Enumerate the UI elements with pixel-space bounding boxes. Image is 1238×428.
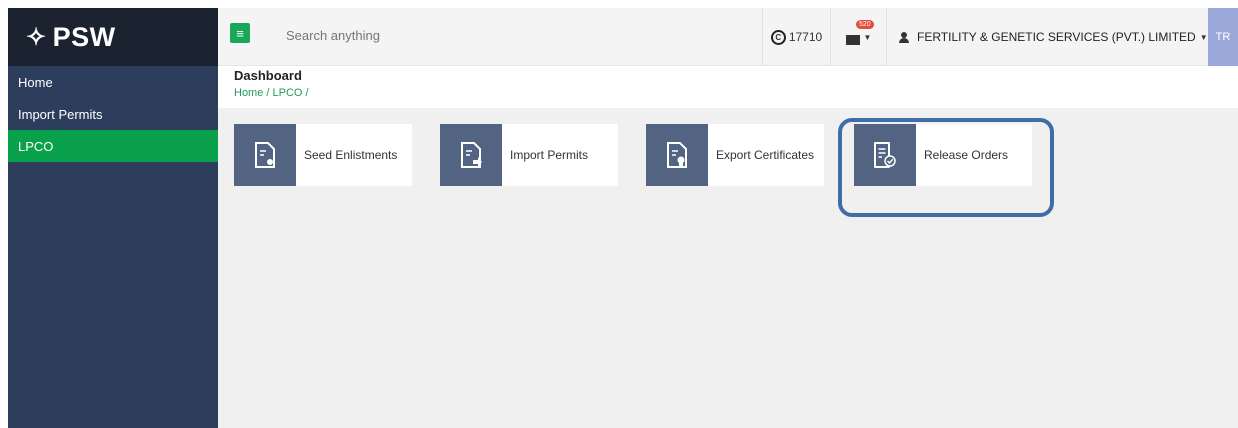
menu-toggle-button[interactable]: ≡: [230, 23, 250, 43]
user-name: FERTILITY & GENETIC SERVICES (PVT.) LIMI…: [917, 30, 1196, 44]
coin-icon: C: [770, 29, 786, 45]
import-permits-card[interactable]: Import Permits: [440, 124, 618, 186]
coins-value: 17710: [788, 30, 823, 44]
user-menu[interactable]: FERTILITY & GENETIC SERVICES (PVT.) LIMI…: [886, 8, 1208, 66]
avatar[interactable]: TR: [1208, 8, 1238, 66]
sidebar-item-home[interactable]: Home: [8, 66, 218, 98]
document-certificate-icon: [646, 124, 708, 186]
sidebar: ✧ PSW Home Import Permits LPCO: [8, 8, 218, 428]
logo-text: PSW: [52, 21, 116, 52]
release-orders-highlight: [838, 118, 1054, 217]
envelope-icon: [845, 35, 860, 45]
card-label: Export Certificates: [716, 148, 815, 162]
card-label: Import Permits: [510, 148, 589, 162]
chevron-down-icon: ▼: [863, 32, 872, 42]
psw-logo[interactable]: ✧ PSW: [8, 8, 218, 66]
topbar: ≡ C 17710 520 ▼ FERTILITY & GENETIC SERV…: [218, 8, 1238, 66]
card-label: Seed Enlistments: [304, 148, 398, 162]
mail-count-badge: 520: [856, 20, 874, 29]
seed-enlistments-card[interactable]: Seed Enlistments: [234, 124, 412, 186]
export-certificates-card[interactable]: Export Certificates: [646, 124, 824, 186]
user-icon: [899, 31, 909, 43]
document-seed-icon: [234, 124, 296, 186]
psw-logo-mark-icon: ✧: [26, 23, 47, 51]
sidebar-item-lpco[interactable]: LPCO: [8, 130, 218, 162]
app: ✧ PSW Home Import Permits LPCO ≡ C 17710…: [8, 8, 1238, 428]
coins-balance[interactable]: C 17710: [762, 8, 830, 66]
messages-dropdown[interactable]: 520 ▼: [830, 8, 886, 66]
sidebar-item-import-permits[interactable]: Import Permits: [8, 98, 218, 130]
page-title: Dashboard: [234, 68, 302, 83]
document-import-icon: [440, 124, 502, 186]
hamburger-icon: ≡: [236, 25, 244, 41]
dashboard-content: Seed Enlistments Import Permits Export C…: [218, 108, 1238, 428]
chevron-down-icon: ▼: [1199, 32, 1208, 42]
breadcrumb[interactable]: Home / LPCO /: [234, 87, 309, 99]
page-header: Dashboard Home / LPCO /: [218, 66, 1238, 108]
search-input[interactable]: [286, 28, 586, 43]
